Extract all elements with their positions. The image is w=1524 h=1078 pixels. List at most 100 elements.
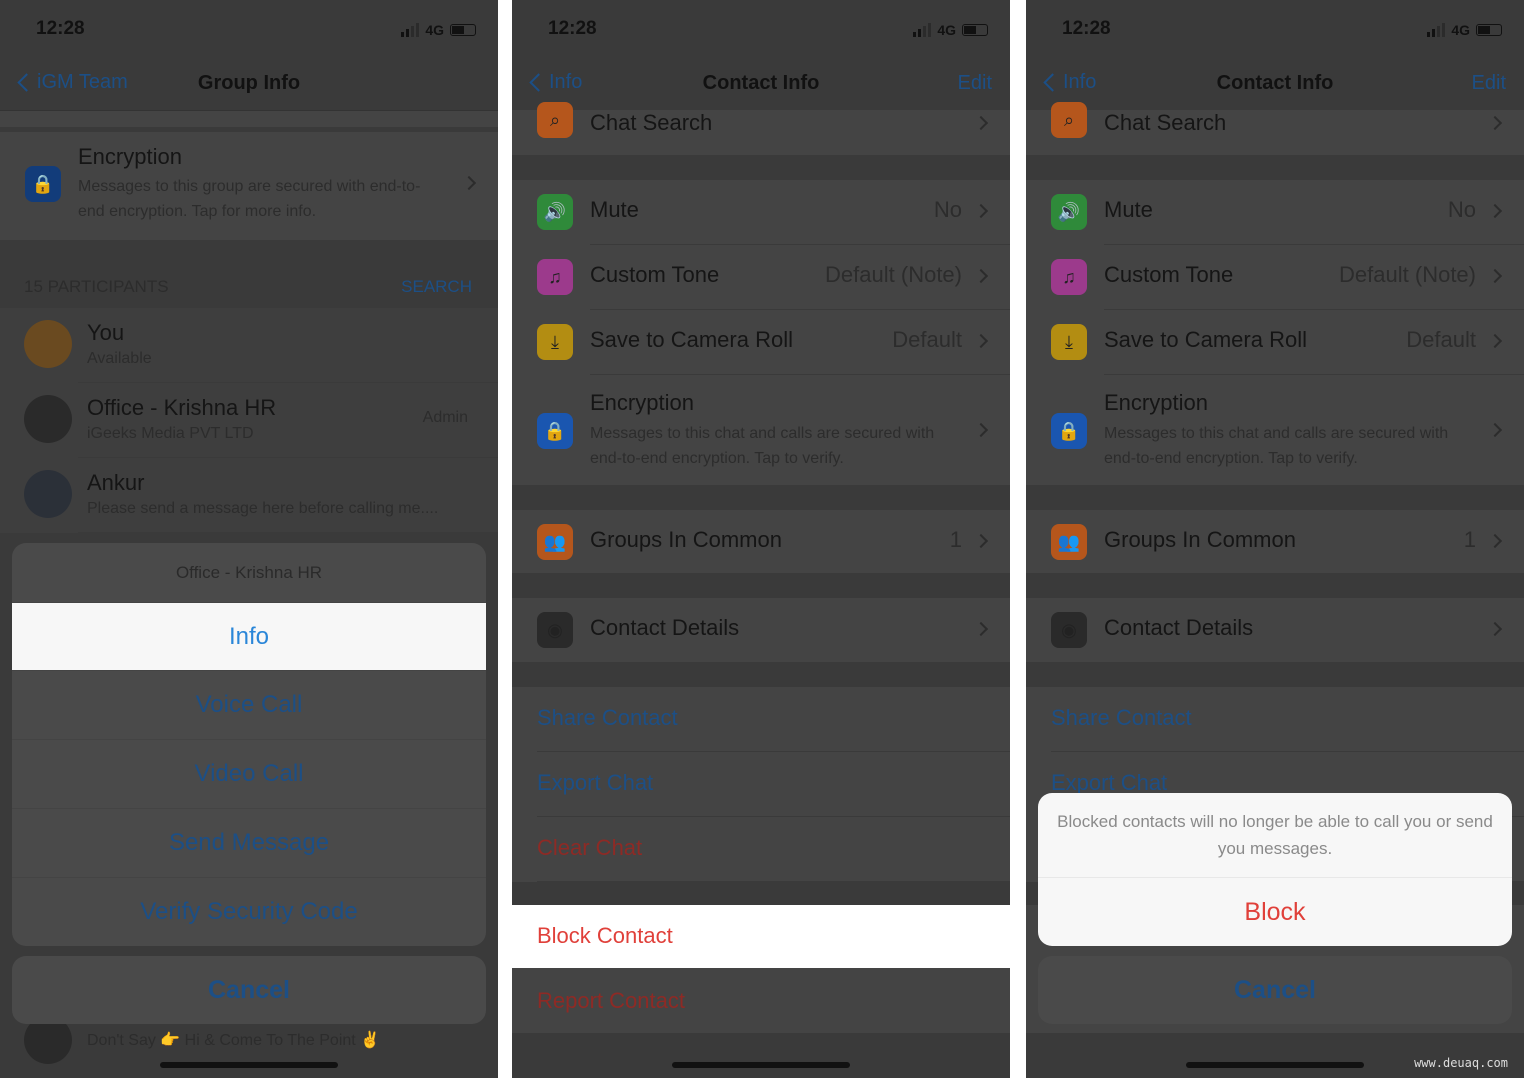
encryptionrow[interactable]: 🔒 Encryption Messages to this chat and cal… xyxy=(1026,375,1524,485)
contact-detailsrow[interactable]: ◉ Contact Details xyxy=(1026,598,1524,662)
save-to-camera-rollrow[interactable]: ⤓ Save to Camera Roll Default xyxy=(512,310,1010,375)
encryptionrow[interactable]: 🔒 Encryption Messages to this chat and cal… xyxy=(512,375,1010,485)
chevron-right-icon xyxy=(1487,203,1503,219)
groups-in-commonrow[interactable]: 👥 Groups In Common 1 xyxy=(1026,510,1524,573)
chevron-right-icon xyxy=(973,533,989,549)
custom-tonerow[interactable]: ♫ Custom Tone Default (Note) xyxy=(512,245,1010,310)
chevron-right-icon xyxy=(973,621,989,637)
action-label: Share Contact xyxy=(537,705,678,730)
network-label: 4G xyxy=(1451,22,1470,38)
chevron-right-icon xyxy=(1487,621,1503,637)
watermark: www.deuaq.com xyxy=(1414,1056,1508,1070)
edit-button[interactable]: Edit xyxy=(1472,72,1506,95)
group-icon: 👥 xyxy=(1051,524,1087,560)
action-sheet-title: Office - Krishna HR xyxy=(175,562,323,582)
row-label: Encryption xyxy=(1104,390,1208,415)
network-label: 4G xyxy=(937,22,956,38)
lock-icon: 🔒 xyxy=(25,166,61,202)
edit-button[interactable]: Edit xyxy=(958,72,992,95)
action-option-send-message[interactable]: Send Message xyxy=(12,808,486,877)
action-label: Export Chat xyxy=(537,770,654,795)
search-icon: ⌕ xyxy=(537,102,573,138)
avatar xyxy=(24,395,72,443)
contact-info-block-alert-screen: 12:28 4G Info Contact Info Edit ⌕ Chat Search 🔊… xyxy=(1026,0,1524,1078)
status-time: 12:28 xyxy=(36,18,85,39)
save-to-camera-rollrow[interactable]: ⤓ Save to Camera Roll Default xyxy=(1026,310,1524,375)
speaker-icon: 🔊 xyxy=(1051,194,1087,230)
action-option-voice-call[interactable]: Voice Call xyxy=(12,670,486,739)
participants-header: 15 PARTICIPANTS xyxy=(24,277,169,296)
chevron-right-icon xyxy=(973,268,989,284)
action-sheet: Office - Krishna HR Info Voice Call Video C… xyxy=(12,543,486,946)
action-share-contact[interactable]: Share Contact xyxy=(1026,687,1524,752)
participant-row[interactable]: Office - Krishna HR iGeeks Media PVT LTD A… xyxy=(0,383,498,458)
network-label: 4G xyxy=(425,22,444,38)
report-contact-button[interactable]: Report Contact xyxy=(512,968,1010,1033)
nav-bar: Info Contact Info Edit xyxy=(1026,55,1524,111)
encryption-text: Messages to this group are secured with … xyxy=(78,178,421,220)
chevron-right-icon xyxy=(1487,333,1503,349)
speaker-icon: 🔊 xyxy=(537,194,573,230)
row-value: No xyxy=(1447,197,1476,222)
muterow[interactable]: 🔊 Mute No xyxy=(1026,180,1524,245)
action-share-contact[interactable]: Share Contact xyxy=(512,687,1010,752)
music-note-icon: ♫ xyxy=(1051,259,1087,295)
participant-name: Office - Krishna HR xyxy=(87,395,277,420)
encryption-row[interactable]: 🔒 Encryption Messages to this group are se… xyxy=(0,132,498,240)
row-label: Contact Details xyxy=(590,615,740,640)
action-option-verify-security-code[interactable]: Verify Security Code xyxy=(12,877,486,946)
participant-row[interactable]: Ankur Please send a message here before c… xyxy=(0,458,498,533)
row-value: Default (Note) xyxy=(825,262,962,287)
chat-searchrow[interactable]: ⌕ Chat Search xyxy=(1026,102,1524,155)
row-value: No xyxy=(933,197,962,222)
action-export-chat[interactable]: Export Chat xyxy=(512,752,1010,817)
block-confirm-button[interactable]: Block xyxy=(1038,878,1512,946)
chevron-right-icon xyxy=(973,333,989,349)
signal-icon xyxy=(401,23,420,37)
chat-searchrow[interactable]: ⌕ Chat Search xyxy=(512,102,1010,155)
participant-row[interactable]: You Available xyxy=(0,308,498,383)
chevron-right-icon xyxy=(973,115,989,131)
home-indicator xyxy=(1186,1062,1364,1068)
row-label: Groups In Common xyxy=(590,527,782,552)
action-clear-chat[interactable]: Clear Chat xyxy=(512,817,1010,882)
custom-tonerow[interactable]: ♫ Custom Tone Default (Note) xyxy=(1026,245,1524,310)
contact-icon: ◉ xyxy=(1051,612,1087,648)
signal-icon xyxy=(913,23,932,37)
participants-search-button[interactable]: SEARCH xyxy=(401,277,472,297)
row-label: Save to Camera Roll xyxy=(1104,327,1307,352)
row-label: Custom Tone xyxy=(590,262,720,287)
action-option-video-call[interactable]: Video Call xyxy=(12,739,486,808)
block-alert: Blocked contacts will no longer be able … xyxy=(1038,793,1512,946)
battery-icon xyxy=(1476,24,1502,36)
search-icon: ⌕ xyxy=(1051,102,1087,138)
participant-status: iGeeks Media PVT LTD xyxy=(87,425,254,442)
row-value: 1 xyxy=(949,527,962,552)
participant-status: Please send a message here before callin… xyxy=(87,500,439,517)
home-indicator xyxy=(160,1062,338,1068)
chevron-right-icon xyxy=(1487,422,1503,438)
participant-name: You xyxy=(87,320,125,345)
lock-icon: 🔒 xyxy=(1051,413,1087,449)
muterow[interactable]: 🔊 Mute No xyxy=(512,180,1010,245)
contact-detailsrow[interactable]: ◉ Contact Details xyxy=(512,598,1010,662)
participant-name: Ankur xyxy=(87,470,145,495)
nav-bar: Info Contact Info Edit xyxy=(512,55,1010,111)
nav-title: Contact Info xyxy=(1216,72,1334,94)
row-value: Default xyxy=(1406,327,1476,352)
groups-in-commonrow[interactable]: 👥 Groups In Common 1 xyxy=(512,510,1010,573)
action-option-info[interactable]: Info xyxy=(12,602,486,670)
divider xyxy=(78,532,498,533)
music-note-icon: ♫ xyxy=(537,259,573,295)
nav-bar: iGM Team Group Info xyxy=(0,55,498,111)
block-contact-button[interactable]: Block Contact xyxy=(512,905,1010,968)
lock-icon: 🔒 xyxy=(537,413,573,449)
contact-info-screen: 12:28 4G Info Contact Info Edit ⌕ Chat Search 🔊… xyxy=(512,0,1010,1078)
encryption-title: Encryption xyxy=(78,144,182,169)
group-icon: 👥 xyxy=(537,524,573,560)
avatar xyxy=(24,470,72,518)
row-value: 1 xyxy=(1463,527,1476,552)
cancel-button[interactable]: Cancel xyxy=(1038,956,1512,1024)
battery-icon xyxy=(962,24,988,36)
cancel-button[interactable]: Cancel xyxy=(12,956,486,1024)
